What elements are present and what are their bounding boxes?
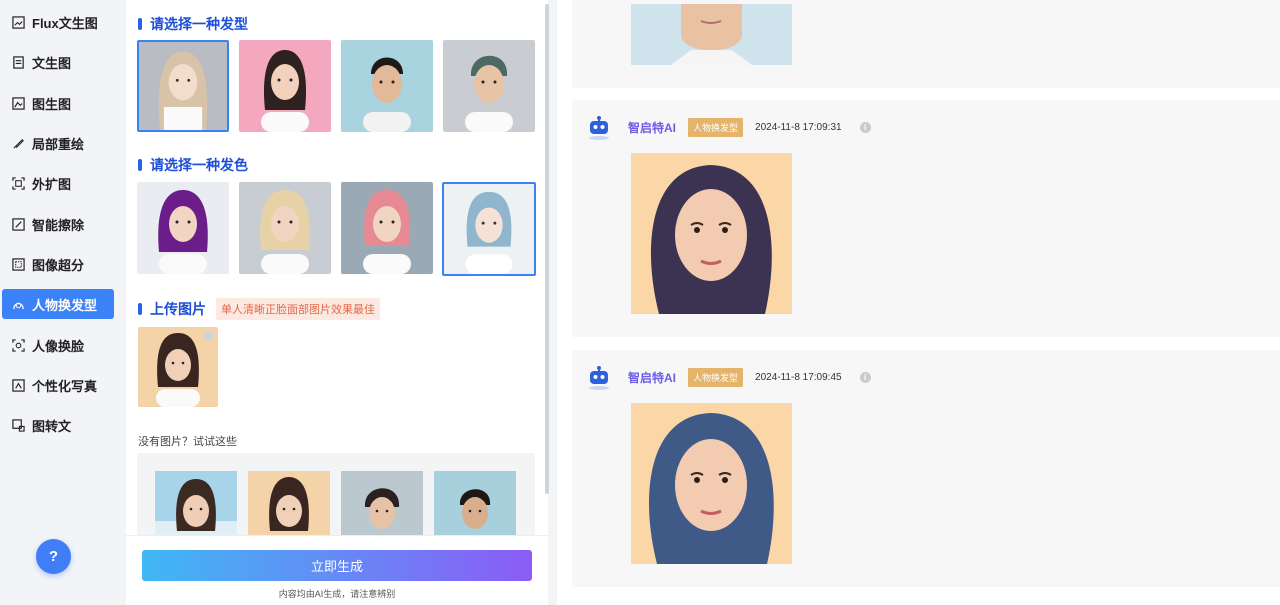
haircolor-option-pink[interactable] <box>341 182 433 274</box>
result-image-1[interactable] <box>631 153 792 314</box>
settings-scroll-area: 请选择一种发型 请选择一种发色 上传图片 单人清晰正脸面部图片效果最佳 没有图片… <box>126 0 548 535</box>
sample-image-3[interactable] <box>341 471 423 535</box>
task-tag: 人物换发型 <box>688 367 744 387</box>
sidebar-item-image-to-image[interactable]: 图生图 <box>2 88 114 118</box>
haircolor-section-title: 请选择一种发色 <box>138 155 248 175</box>
hairstyle-option-2[interactable] <box>239 40 331 132</box>
sample-image-4[interactable] <box>434 471 516 535</box>
task-tag: 人物换发型 <box>688 117 744 137</box>
help-button[interactable]: ? <box>36 539 71 574</box>
sidebar-item-label: 人像换脸 <box>32 338 85 354</box>
face-swap-icon <box>11 338 25 352</box>
expand-icon <box>11 176 25 190</box>
sidebar: Flux文生图 文生图 图生图 局部重绘 外扩图 智能擦除 图像超分 人物换发型… <box>0 0 122 605</box>
sidebar-item-text-to-image[interactable]: 文生图 <box>2 47 114 77</box>
uploaded-image[interactable] <box>138 327 218 407</box>
robot-icon <box>584 112 614 142</box>
sidebar-item-outpaint[interactable]: 外扩图 <box>2 168 114 198</box>
sidebar-item-label: 人物换发型 <box>32 297 98 313</box>
result-card-2: 智启特AI 人物换发型 2024-11-8 17:09:45 i <box>572 350 1280 587</box>
upload-tip-badge: 单人清晰正脸面部图片效果最佳 <box>216 298 380 320</box>
haircolor-title-text: 请选择一种发色 <box>150 157 248 173</box>
hairstyle-option-4[interactable] <box>443 40 535 132</box>
timestamp: 2024-11-8 17:09:31 <box>755 121 842 133</box>
section-marker <box>138 18 142 30</box>
result-card-1: 智启特AI 人物换发型 2024-11-8 17:09:31 i <box>572 100 1280 337</box>
result-image-previous[interactable] <box>631 4 792 65</box>
timestamp: 2024-11-8 17:09:45 <box>755 371 842 383</box>
image-to-text-icon <box>11 418 25 432</box>
ai-disclaimer: 内容均由AI生成，请注意辨别 <box>278 589 396 599</box>
sidebar-item-label: 图转文 <box>32 418 72 434</box>
robot-icon <box>584 362 614 392</box>
sidebar-item-image-to-text[interactable]: 图转文 <box>2 410 114 440</box>
section-marker <box>138 159 142 171</box>
result-image-2[interactable] <box>631 403 792 564</box>
brush-icon <box>11 136 25 150</box>
image-icon <box>11 15 25 29</box>
haircolor-option-blue[interactable] <box>442 182 536 276</box>
haircolor-option-blonde[interactable] <box>239 182 331 274</box>
hairstyle-title-text: 请选择一种发型 <box>150 16 248 32</box>
result-header: 智启特AI 人物换发型 2024-11-8 17:09:45 i <box>584 362 871 392</box>
sample-image-1[interactable] <box>155 471 237 535</box>
sidebar-item-flux-text-to-image[interactable]: Flux文生图 <box>2 7 114 37</box>
eraser-icon <box>11 217 25 231</box>
haircolor-option-purple[interactable] <box>137 182 229 274</box>
sidebar-item-label: 文生图 <box>32 55 72 71</box>
settings-panel: 请选择一种发型 请选择一种发色 上传图片 单人清晰正脸面部图片效果最佳 没有图片… <box>126 0 548 605</box>
sidebar-item-label: 图生图 <box>32 96 72 112</box>
sidebar-item-label: 个性化写真 <box>32 378 98 394</box>
sidebar-item-hairstyle[interactable]: 人物换发型 <box>2 289 114 319</box>
hairstyle-section-title: 请选择一种发型 <box>138 14 248 34</box>
hairstyle-option-3[interactable] <box>341 40 433 132</box>
bot-name: 智启特AI <box>628 370 677 385</box>
generate-button[interactable]: 立即生成 <box>142 550 532 581</box>
info-icon[interactable]: i <box>859 121 871 133</box>
panel-footer: 立即生成 内容均由AI生成，请注意辨别 <box>126 535 548 605</box>
portrait-icon <box>11 378 25 392</box>
sidebar-item-label: 局部重绘 <box>32 136 85 152</box>
sample-hint: 没有图片？试试这些 <box>138 436 237 448</box>
upload-section-title: 上传图片 单人清晰正脸面部图片效果最佳 <box>138 298 380 320</box>
sidebar-item-inpaint[interactable]: 局部重绘 <box>2 128 114 158</box>
sample-images-box <box>137 453 535 535</box>
sidebar-item-super-resolution[interactable]: 图像超分 <box>2 249 114 279</box>
sidebar-item-personal-portrait[interactable]: 个性化写真 <box>2 370 114 400</box>
result-card-previous <box>572 0 1280 88</box>
remove-image-icon[interactable] <box>204 331 214 341</box>
hairstyle-icon <box>11 297 25 311</box>
document-icon <box>11 55 25 69</box>
sidebar-item-label: 图像超分 <box>32 257 85 273</box>
sidebar-item-label: 外扩图 <box>32 176 72 192</box>
sidebar-item-label: 智能擦除 <box>32 217 85 233</box>
bot-name: 智启特AI <box>628 120 677 135</box>
hairstyle-option-1[interactable] <box>137 40 229 132</box>
sidebar-item-label: Flux文生图 <box>32 15 98 31</box>
panel-scrollbar[interactable] <box>545 4 549 494</box>
section-marker <box>138 303 142 315</box>
sidebar-item-face-swap[interactable]: 人像换脸 <box>2 330 114 360</box>
picture-icon <box>11 96 25 110</box>
info-icon[interactable]: i <box>859 371 871 383</box>
result-header: 智启特AI 人物换发型 2024-11-8 17:09:31 i <box>584 112 871 142</box>
sample-image-2[interactable] <box>248 471 330 535</box>
sidebar-item-smart-erase[interactable]: 智能擦除 <box>2 209 114 239</box>
upload-title-text: 上传图片 <box>150 301 206 317</box>
upscale-icon <box>11 257 25 271</box>
results-area: 智启特AI 人物换发型 2024-11-8 17:09:31 i 智启特AI 人… <box>557 0 1280 605</box>
